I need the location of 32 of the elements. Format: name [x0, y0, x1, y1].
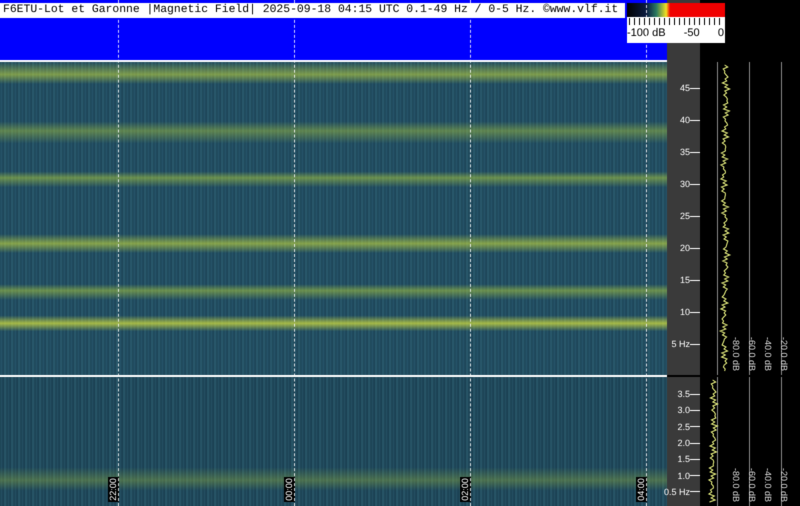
- scale-label: -100 dB: [627, 26, 666, 40]
- frequency-label: 20: [680, 243, 690, 253]
- frequency-label: 0.5 Hz: [664, 486, 690, 497]
- level-label: -40.0 dB: [762, 337, 774, 373]
- level-label: -40.0 dB: [762, 468, 774, 504]
- level-label: -20.0 dB: [778, 468, 790, 504]
- frequency-label: 15: [680, 275, 690, 285]
- time-label: 04:00: [636, 477, 647, 502]
- frequency-label: 35: [680, 147, 690, 157]
- frequency-label: 1.0: [677, 470, 690, 481]
- frequency-label: 45: [680, 83, 690, 93]
- level-label: -20.0 dB: [778, 337, 790, 373]
- level-label: -80.0 dB: [730, 468, 742, 504]
- frequency-label: 10: [680, 307, 690, 317]
- frequency-label: 5 Hz: [671, 339, 690, 349]
- frequency-label: 25: [680, 211, 690, 221]
- frequency-label: 30: [680, 179, 690, 189]
- window-title: F6ETU-Lot et Garonne |Magnetic Field| 2025-09-18 04:15 UTC 0.1-49 Hz / 0-5 Hz. ©www.vlf.it: [0, 3, 625, 18]
- frequency-label: 40: [680, 115, 690, 125]
- frequency-label: 3.5: [677, 389, 690, 400]
- level-label: -60.0 dB: [746, 468, 758, 504]
- level-label: -60.0 dB: [746, 337, 758, 373]
- time-label: 02:00: [460, 477, 471, 502]
- time-label: 00:00: [284, 477, 295, 502]
- scale-label: 0: [718, 26, 724, 40]
- scale-label: -50: [684, 26, 700, 40]
- level-label: -80.0 dB: [730, 337, 742, 373]
- frequency-label: 2.0: [677, 438, 690, 448]
- time-label: 22:00: [108, 477, 119, 502]
- frequency-label: 2.5: [677, 422, 690, 432]
- frequency-label: 1.5: [677, 454, 690, 464]
- frequency-label: 3.0: [677, 405, 690, 416]
